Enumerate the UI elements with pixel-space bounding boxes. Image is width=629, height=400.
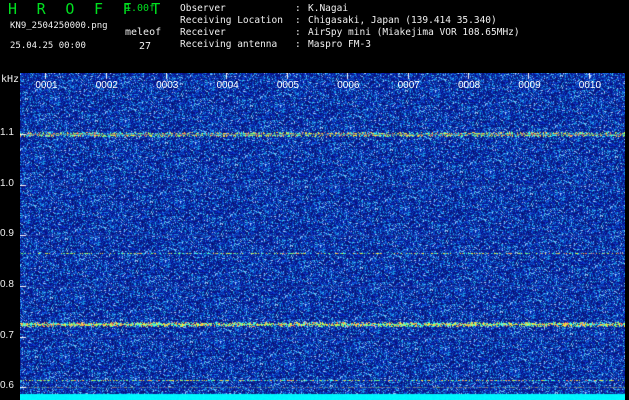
antenna-colon: : [295,39,301,50]
receiver-value: AirSpy mini (Miakejima VOR 108.65MHz) [308,27,520,38]
y-tick-label: 0.7 [0,329,14,341]
observer-label: Observer [180,3,226,14]
meleof-label: meleof [125,27,162,38]
location-value: Chigasaki, Japan (139.414 35.340) [308,15,497,26]
date-time: 25.04.25 00:00 [10,41,86,51]
file-name: KN9_2504250000.png [10,21,108,31]
x-tick-label: 0001 [35,80,58,91]
app-version: 1.00f [125,3,156,14]
x-tick-label: 0005 [276,80,300,91]
x-tick-label: 0003 [156,80,179,91]
spectrogram-canvas [20,73,625,400]
x-tick-label: 0009 [518,80,541,91]
observer-colon: : [295,3,301,14]
y-tick-label: 0.9 [0,228,14,240]
hrofft-window: H R O F F T 1.00f KN9_2504250000.png mel… [0,0,629,400]
location-label: Receiving Location [180,15,283,26]
x-tick-label: 0004 [216,80,239,91]
x-tick-label: 0006 [337,80,360,91]
y-tick-label: 0.8 [0,278,14,290]
receiver-label: Receiver [180,27,226,38]
antenna-value: Maspro FM-3 [308,39,371,50]
y-tick-label: 0.6 [0,380,14,392]
y-tick-label: 1.0 [0,177,14,189]
antenna-label: Receiving antenna [180,39,278,50]
observer-value: K.Nagai [308,3,349,14]
x-tick-label: 0010 [578,80,602,91]
y-tick-label: 1.1 [0,126,14,138]
x-tick-label: 0008 [458,80,481,91]
receiver-colon: : [295,27,301,38]
x-tick-label: 0002 [95,80,118,91]
location-colon: : [295,15,301,26]
meteor-count: 27 [139,41,152,52]
x-tick-label: 0007 [397,80,420,91]
y-axis-unit: kHz [1,74,20,85]
